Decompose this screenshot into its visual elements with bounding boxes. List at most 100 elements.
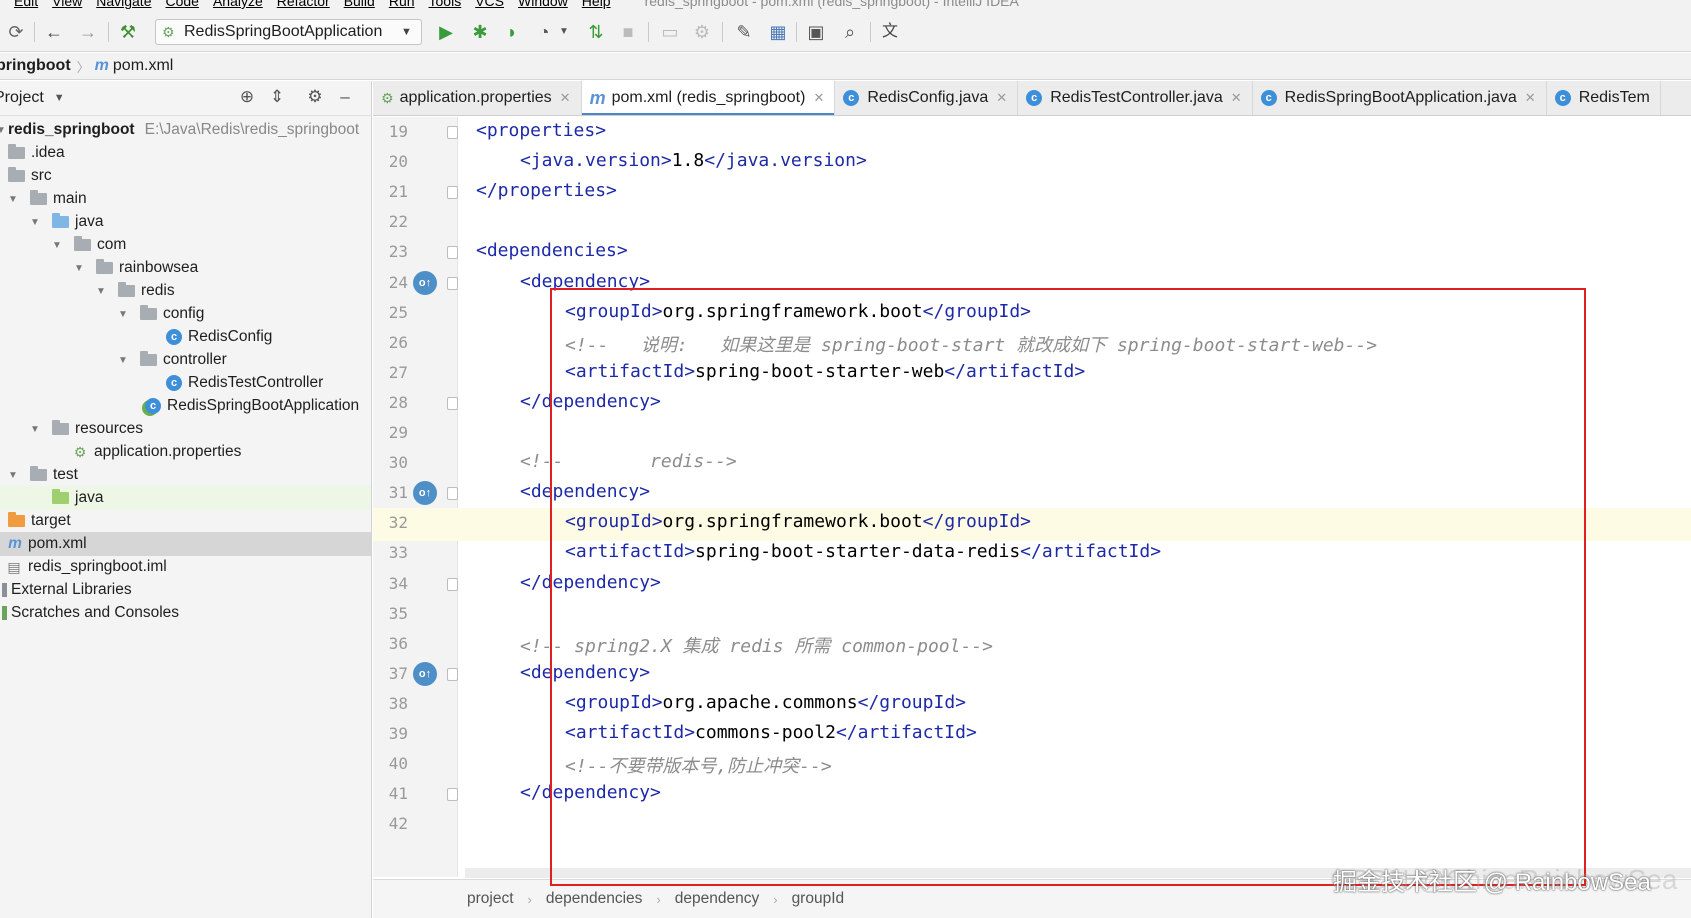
stop-icon[interactable]: ■ (616, 20, 640, 44)
tree-item-controller[interactable]: ▼ controller (0, 348, 371, 372)
expand-arrow-icon[interactable]: ▼ (94, 286, 108, 297)
tree-item-main[interactable]: ▼ main (0, 187, 371, 211)
attach-debugger-icon[interactable]: ⇅ (584, 20, 608, 44)
tree-item-target[interactable]: target (0, 509, 371, 533)
fold-marker-icon[interactable] (447, 126, 458, 139)
expand-arrow-icon[interactable]: ▼ (28, 424, 42, 435)
overriding-dependency-icon[interactable]: o↑ (413, 661, 437, 686)
expand-arrow-icon[interactable]: ▼ (72, 263, 86, 274)
expand-arrow-icon[interactable]: ▼ (116, 355, 130, 366)
overriding-dependency-icon[interactable]: o↑ (413, 270, 437, 295)
expand-arrow-icon[interactable]: ▼ (116, 309, 130, 320)
device-icon[interactable]: ▭ (658, 20, 682, 44)
tree-item-redis[interactable]: ▼ redis (0, 279, 371, 303)
expand-arrow-icon[interactable]: ▼ (28, 217, 42, 228)
menu-analyze[interactable]: Analyze (213, 0, 263, 9)
breadcrumb-groupid[interactable]: groupId (792, 890, 845, 908)
locate-target-icon[interactable]: ⊕ (236, 87, 258, 109)
breadcrumb-project[interactable]: project (467, 890, 514, 908)
code-line[interactable]: 19 <properties> (373, 117, 1691, 150)
tree-item-external-libraries[interactable]: External Libraries (0, 578, 371, 602)
tree-item-src[interactable]: src (0, 164, 371, 188)
menu-help[interactable]: Help (582, 0, 611, 9)
search-icon[interactable]: ⌕ (838, 20, 862, 44)
build-hammer-icon[interactable]: ⚒ (116, 20, 140, 44)
coverage-icon[interactable]: ◗ (500, 20, 524, 44)
close-icon[interactable]: ✕ (1525, 90, 1536, 106)
menu-code[interactable]: Code (165, 0, 198, 9)
tree-item-idea[interactable]: .idea (0, 141, 371, 165)
tree-item-java[interactable]: ▼ java (0, 210, 371, 234)
nav-project[interactable]: pringboot (0, 57, 71, 75)
menu-build[interactable]: Build (344, 0, 375, 9)
menu-view[interactable]: View (52, 0, 82, 9)
fold-marker-icon[interactable] (447, 186, 458, 200)
run-configuration-select[interactable]: ⚙ RedisSpringBootApplication ▼ (155, 19, 422, 45)
tree-item-pom-xml[interactable]: m pom.xml (0, 532, 371, 556)
fold-marker-icon[interactable] (447, 396, 458, 410)
expand-arrow-icon[interactable]: ▼ (50, 240, 64, 251)
project-structure-icon[interactable]: ▦ (766, 20, 790, 44)
tree-item-application-properties[interactable]: ⚙ application.properties (0, 440, 371, 464)
tree-item-test-java[interactable]: java (0, 486, 371, 510)
run-icon[interactable]: ▶ (434, 20, 458, 44)
gear-icon[interactable]: ⚙ (304, 87, 326, 109)
menu-refactor[interactable]: Refactor (277, 0, 330, 9)
expand-arrow-icon[interactable]: ▼ (6, 470, 20, 481)
collapse-all-icon[interactable]: ⇕ (266, 87, 288, 109)
forward-icon[interactable]: → (76, 20, 100, 44)
tree-item-scratches[interactable]: Scratches and Consoles (0, 601, 371, 625)
translate-icon[interactable]: 文 (878, 20, 902, 44)
tree-item-redistestcontroller[interactable]: c RedisTestController (0, 371, 371, 395)
project-view-selector[interactable]: Project (0, 89, 44, 107)
menu-window[interactable]: Window (518, 0, 568, 9)
tree-item-config[interactable]: ▼ config (0, 302, 371, 326)
tree-item-project-root[interactable]: ▼ redis_springboot E:\Java\Redis\redis_s… (0, 118, 371, 142)
code-line[interactable]: 22 (373, 207, 1691, 240)
tab-pom-xml[interactable]: m pom.xml (redis_springboot) ✕ (581, 81, 836, 115)
tree-item-rainbowsea[interactable]: ▼ rainbowsea (0, 256, 371, 280)
back-icon[interactable]: ← (42, 20, 66, 44)
fold-marker-icon[interactable] (447, 487, 458, 501)
tab-redisspringbootapplication[interactable]: c RedisSpringBootApplication.java ✕ (1253, 81, 1547, 115)
code-line[interactable]: 20 <java.version>1.8</java.version> (373, 147, 1691, 180)
menu-tools[interactable]: Tools (429, 0, 462, 9)
nav-file[interactable]: pom.xml (113, 57, 173, 75)
profile-dropdown-icon[interactable]: ▼ (552, 20, 576, 44)
fold-marker-icon[interactable] (447, 667, 458, 681)
close-icon[interactable]: ✕ (560, 90, 571, 106)
expand-arrow-icon[interactable]: ▼ (6, 194, 20, 205)
fold-marker-icon[interactable] (447, 788, 458, 802)
sync-icon[interactable]: ⟳ (4, 20, 28, 44)
tree-item-test[interactable]: ▼ test (0, 463, 371, 487)
code-line[interactable]: 21 </properties> (373, 177, 1691, 210)
tree-item-redisconfig[interactable]: c RedisConfig (0, 325, 371, 349)
tab-redisconfig[interactable]: c RedisConfig.java ✕ (835, 81, 1019, 115)
tab-redistestcontroller[interactable]: c RedisTestController.java ✕ (1018, 81, 1253, 115)
menu-navigate[interactable]: Navigate (96, 0, 151, 9)
overriding-dependency-icon[interactable]: o↑ (413, 481, 437, 506)
tree-item-resources[interactable]: ▼ resources (0, 417, 371, 441)
tree-item-iml[interactable]: ▤ redis_springboot.iml (0, 555, 371, 579)
tab-application-properties[interactable]: ⚙ application.properties ✕ (373, 81, 582, 115)
close-icon[interactable]: ✕ (996, 90, 1007, 106)
settings-wrench-icon[interactable]: ✎ (732, 20, 756, 44)
tree-item-redisspringbootapplication[interactable]: c RedisSpringBootApplication (0, 394, 371, 418)
terminal-icon[interactable]: ▣ (804, 20, 828, 44)
fold-marker-icon[interactable] (447, 246, 458, 260)
expand-arrow-icon[interactable]: ▼ (0, 125, 8, 136)
fold-marker-icon[interactable] (447, 577, 458, 591)
minimize-icon[interactable]: – (334, 87, 356, 109)
close-icon[interactable]: ✕ (1231, 90, 1242, 106)
menu-vcs[interactable]: VCS (475, 0, 504, 9)
chevron-down-icon[interactable]: ▼ (54, 92, 65, 104)
close-icon[interactable]: ✕ (813, 90, 824, 106)
fold-marker-icon[interactable] (447, 276, 458, 290)
search-structure-icon[interactable]: ⚙ (690, 20, 714, 44)
tab-redistemplate[interactable]: c RedisTem (1547, 81, 1661, 115)
breadcrumb-dependency[interactable]: dependency (675, 890, 759, 908)
code-line[interactable]: 23 <dependencies> (373, 237, 1691, 270)
tree-item-com[interactable]: ▼ com (0, 233, 371, 257)
menu-edit[interactable]: Edit (14, 0, 38, 9)
breadcrumb-dependencies[interactable]: dependencies (546, 890, 643, 908)
